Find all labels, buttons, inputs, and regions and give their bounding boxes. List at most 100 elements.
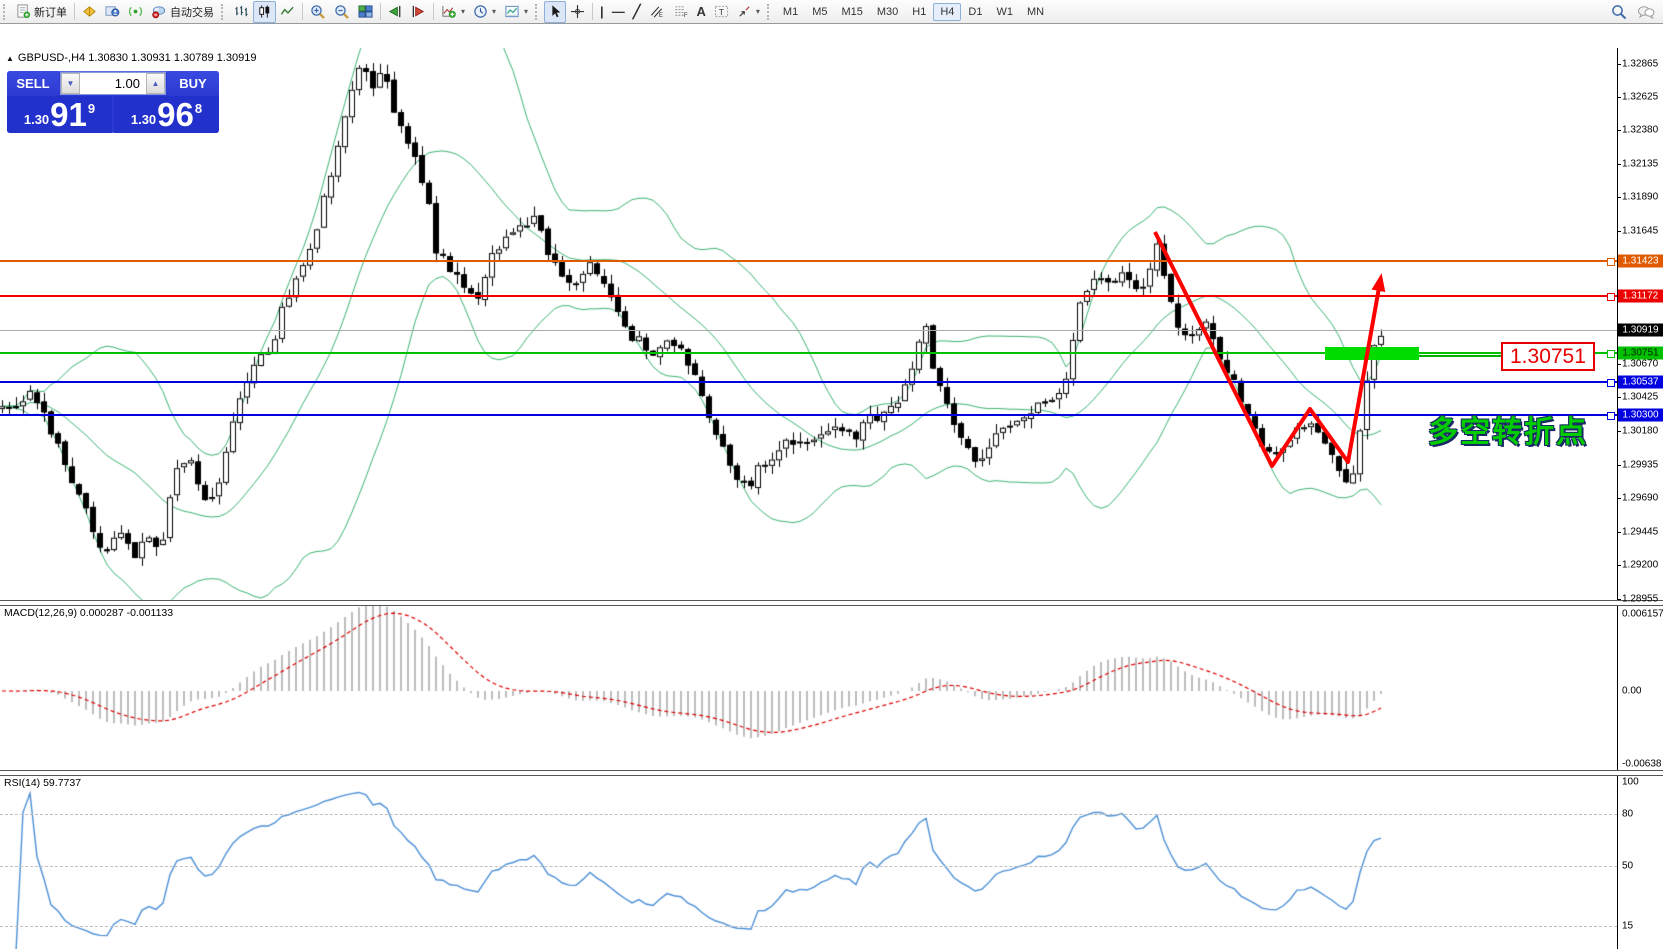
price-badge-1.31172: 1.31172 — [1618, 290, 1663, 303]
price-tick-label: 1.30670 — [1622, 359, 1658, 370]
toolbar-gripper[interactable] — [221, 4, 226, 20]
auto-scroll-icon — [388, 4, 403, 19]
price-tick-mark — [1617, 364, 1621, 365]
profiles-button[interactable] — [101, 1, 124, 23]
line-chart-button[interactable] — [276, 1, 299, 23]
mt4-window: 新订单 自动交易 — [0, 0, 1663, 949]
auto-scroll-button[interactable] — [384, 1, 407, 23]
dropdown-arrow-icon: ▾ — [524, 7, 528, 16]
templates-button[interactable]: ▾ — [500, 1, 532, 23]
horizontal-line-tool[interactable]: — — [608, 1, 629, 23]
volume-increase-button[interactable]: ▲ — [146, 73, 165, 94]
zoom-in-icon — [310, 4, 326, 20]
one-click-trading-panel: SELL ▼ ▲ BUY 1.30 91 9 1.30 96 8 — [7, 71, 219, 133]
toolbar-gripper[interactable] — [3, 4, 8, 20]
ohlc-bars-icon — [234, 4, 249, 19]
chart-area[interactable]: 1.328651.326251.323801.321351.318901.316… — [0, 24, 1663, 949]
timeframe-m15[interactable]: M15 — [834, 3, 869, 21]
chat-icon[interactable] — [1637, 4, 1655, 20]
svg-text:T: T — [719, 7, 724, 17]
price-tick-label: 1.32380 — [1622, 125, 1658, 136]
periods-button[interactable]: ▾ — [469, 1, 500, 23]
macd-pane-splitter[interactable] — [0, 600, 1663, 606]
indicators-button[interactable]: ▾ — [437, 1, 469, 23]
rsi-level-line — [0, 926, 1617, 927]
timeframe-m5[interactable]: M5 — [805, 3, 834, 21]
alerts-button[interactable] — [124, 1, 147, 23]
price-tick-label: 1.28955 — [1622, 594, 1658, 605]
crosshair-icon — [570, 4, 585, 19]
price-tick-label: 1.29200 — [1622, 560, 1658, 571]
sell-button[interactable]: SELL — [7, 71, 59, 96]
price-tick-label: 1.31645 — [1622, 226, 1658, 237]
channel-icon: E — [649, 4, 665, 19]
vertical-line-tool[interactable]: | — [596, 1, 608, 23]
zoom-out-button[interactable] — [330, 1, 354, 23]
dropdown-arrow-icon: ▾ — [461, 7, 465, 16]
rsi-pane-splitter[interactable] — [0, 770, 1663, 776]
tile-windows-button[interactable] — [354, 1, 377, 23]
buy-price-display[interactable]: 1.30 96 8 — [114, 96, 219, 133]
toolbar-gripper[interactable] — [767, 4, 772, 20]
dropdown-arrow-icon: ▾ — [492, 7, 496, 16]
timeframe-toolbar: M1M5M15M30H1H4D1W1MN — [776, 3, 1051, 21]
new-order-button[interactable]: 新订单 — [12, 1, 71, 23]
sell-price-prefix: 1.30 — [24, 112, 49, 127]
bar-chart-button[interactable] — [230, 1, 253, 23]
price-tick-mark — [1617, 231, 1621, 232]
market-watch-button[interactable] — [78, 1, 101, 23]
timeframe-mn[interactable]: MN — [1020, 3, 1051, 21]
cursor-icon — [548, 4, 562, 19]
timeframe-m30[interactable]: M30 — [870, 3, 905, 21]
timeframe-h4[interactable]: H4 — [933, 3, 961, 21]
text-tool[interactable]: A — [693, 1, 710, 23]
price-level-line-1.30300 — [0, 414, 1617, 416]
equidistant-channel-tool[interactable]: E — [645, 1, 669, 23]
buy-button[interactable]: BUY — [167, 71, 219, 96]
candlestick-chart-button[interactable] — [253, 1, 276, 23]
price-tick-label: 1.29690 — [1622, 493, 1658, 504]
price-tick-mark — [1617, 599, 1621, 600]
price-tick-mark — [1617, 465, 1621, 466]
text-label-icon: T — [714, 4, 729, 19]
chart-title: ▲ GBPUSD-,H4 1.30830 1.30931 1.30789 1.3… — [6, 52, 256, 64]
timeframe-m1[interactable]: M1 — [776, 3, 805, 21]
volume-decrease-button[interactable]: ▼ — [61, 73, 80, 94]
macd-axis-label: -0.00638 — [1622, 759, 1661, 770]
price-tick-mark — [1617, 197, 1621, 198]
price-callout-label: 1.30751 — [1501, 342, 1595, 371]
fibonacci-tool[interactable]: F — [669, 1, 693, 23]
price-badge-1.30537: 1.30537 — [1618, 376, 1663, 389]
trendline-tool[interactable]: ╱ — [629, 1, 645, 23]
search-icon[interactable] — [1611, 4, 1627, 20]
sell-price-display[interactable]: 1.30 91 9 — [7, 96, 112, 133]
fibonacci-icon: F — [673, 4, 689, 19]
price-tick-label: 1.30180 — [1622, 426, 1658, 437]
autotrading-button[interactable]: 自动交易 — [147, 1, 218, 23]
text-label-tool[interactable]: T — [710, 1, 733, 23]
collapse-panel-icon[interactable]: ▲ — [6, 54, 14, 63]
zoom-out-icon — [334, 4, 350, 20]
chart-shift-button[interactable] — [407, 1, 430, 23]
toolbar-gripper[interactable] — [535, 4, 540, 20]
crosshair-button[interactable] — [566, 1, 589, 23]
timeframe-w1[interactable]: W1 — [989, 3, 1020, 21]
timeframe-h1[interactable]: H1 — [905, 3, 933, 21]
price-tick-mark — [1617, 532, 1621, 533]
dropdown-arrow-icon: ▾ — [756, 7, 760, 16]
line-anchor-marker — [1607, 293, 1615, 301]
price-chart-canvas[interactable] — [0, 24, 1663, 949]
price-tick-label: 1.32865 — [1622, 59, 1658, 70]
arrows-icon — [737, 4, 752, 19]
timeframe-d1[interactable]: D1 — [961, 3, 989, 21]
arrows-tool[interactable]: ▾ — [733, 1, 764, 23]
price-tick-mark — [1617, 130, 1621, 131]
rsi-axis-label: 100 — [1622, 777, 1639, 788]
rsi-axis-label: 80 — [1622, 809, 1633, 820]
cursor-button[interactable] — [544, 1, 566, 23]
zoom-in-button[interactable] — [306, 1, 330, 23]
macd-indicator-label: MACD(12,26,9) 0.000287 -0.001133 — [4, 607, 173, 619]
horizontal-line-icon: — — [612, 5, 625, 18]
volume-input[interactable] — [80, 73, 146, 94]
price-tick-label: 1.29935 — [1622, 460, 1658, 471]
